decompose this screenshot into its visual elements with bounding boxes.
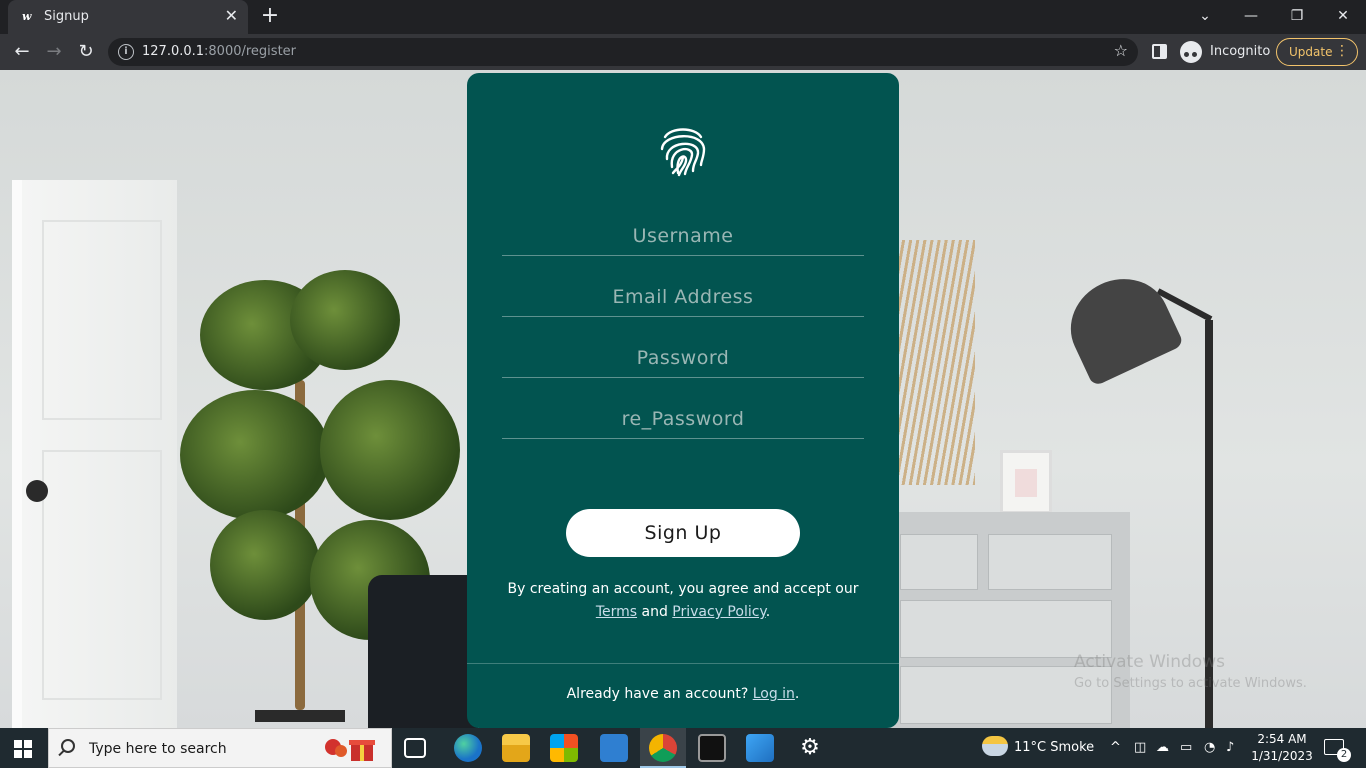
- username-input[interactable]: [502, 216, 864, 256]
- fingerprint-icon: [660, 128, 706, 177]
- search-placeholder: Type here to search: [89, 741, 227, 757]
- incognito-label: Incognito: [1210, 44, 1271, 59]
- email-input[interactable]: [502, 277, 864, 317]
- confirm-password-input[interactable]: [502, 399, 864, 439]
- wifi-icon[interactable]: ◔: [1204, 740, 1215, 755]
- incognito-icon: [1180, 41, 1202, 63]
- minimize-icon[interactable]: —: [1236, 4, 1266, 28]
- bookmark-star-icon[interactable]: ☆: [1114, 41, 1128, 60]
- tab-title: Signup: [44, 9, 89, 24]
- notifications-icon[interactable]: 2: [1324, 739, 1351, 762]
- legal-notice: By creating an account, you agree and ac…: [507, 581, 859, 620]
- system-clock[interactable]: 2:54 AM 1/31/2023: [1250, 731, 1314, 765]
- browser-toolbar: ← → ↻ i 127.0.0.1:8000/register ☆ Incogn…: [0, 34, 1366, 70]
- mail-icon[interactable]: [600, 734, 628, 762]
- vscode-icon[interactable]: [746, 734, 774, 762]
- restore-icon[interactable]: ❐: [1282, 4, 1312, 28]
- new-tab-button[interactable]: +: [258, 3, 282, 29]
- background-sofa: [368, 575, 478, 728]
- notification-count: 2: [1337, 748, 1351, 762]
- log-in-link[interactable]: Log in: [753, 686, 795, 702]
- taskbar: Type here to search ⚙ 11°C Smoke ^ ◫ ☁ ▭…: [0, 728, 1366, 768]
- tab-search-icon[interactable]: ⌄: [1190, 4, 1220, 28]
- site-info-icon[interactable]: i: [118, 44, 134, 60]
- activate-windows-watermark: Activate Windows Go to Settings to activ…: [1074, 652, 1307, 691]
- background-dresser: [880, 512, 1130, 728]
- tab-signup[interactable]: w Signup ✕: [8, 0, 248, 34]
- more-menu-icon[interactable]: ⋮: [1335, 43, 1349, 59]
- privacy-policy-link[interactable]: Privacy Policy: [672, 604, 765, 620]
- page-background: Activate Windows Go to Settings to activ…: [0, 70, 1366, 728]
- signup-card: Sign Up By creating an account, you agre…: [467, 73, 899, 728]
- background-picture-frame: [1000, 450, 1052, 514]
- login-prompt: Already have an account? Log in.: [566, 686, 800, 702]
- battery-icon[interactable]: ▭: [1180, 740, 1192, 755]
- reload-icon[interactable]: ↻: [74, 40, 98, 64]
- sign-up-button[interactable]: Sign Up: [566, 509, 800, 557]
- chrome-icon[interactable]: [649, 734, 677, 762]
- edge-browser-icon[interactable]: [454, 734, 482, 762]
- background-door: [12, 180, 177, 728]
- close-tab-icon[interactable]: ✕: [225, 6, 238, 25]
- card-divider: [467, 663, 899, 664]
- search-icon: [61, 739, 75, 753]
- terms-link[interactable]: Terms: [596, 604, 637, 620]
- volume-icon[interactable]: ♪: [1226, 740, 1234, 755]
- update-button[interactable]: Update ⋮: [1276, 38, 1358, 66]
- tab-strip: w Signup ✕ + ⌄ — ❐ ✕: [0, 0, 1366, 34]
- taskbar-search[interactable]: Type here to search: [48, 728, 392, 768]
- terminal-icon[interactable]: [698, 734, 726, 762]
- gift-icon: [325, 739, 375, 761]
- onedrive-cloud-icon[interactable]: ☁: [1156, 740, 1169, 755]
- weather-icon[interactable]: [982, 736, 1008, 756]
- microsoft-store-icon[interactable]: [550, 734, 578, 762]
- side-panel-icon[interactable]: [1152, 44, 1167, 59]
- weather-text[interactable]: 11°C Smoke: [1014, 740, 1094, 755]
- windows-start-icon[interactable]: [14, 740, 32, 758]
- background-dried-grass: [895, 240, 975, 485]
- settings-gear-icon[interactable]: ⚙: [796, 734, 824, 762]
- close-window-icon[interactable]: ✕: [1328, 4, 1358, 28]
- address-bar[interactable]: i 127.0.0.1:8000/register ☆: [108, 38, 1138, 66]
- show-hidden-icons[interactable]: ^: [1110, 740, 1121, 755]
- forward-arrow-icon[interactable]: →: [42, 40, 66, 64]
- back-arrow-icon[interactable]: ←: [10, 40, 34, 64]
- site-favicon-icon: w: [22, 10, 32, 23]
- password-input[interactable]: [502, 338, 864, 378]
- meet-now-icon[interactable]: ◫: [1134, 740, 1146, 755]
- url-text[interactable]: 127.0.0.1:8000/register: [142, 44, 296, 59]
- task-view-icon[interactable]: [404, 738, 426, 758]
- file-explorer-icon[interactable]: [502, 734, 530, 762]
